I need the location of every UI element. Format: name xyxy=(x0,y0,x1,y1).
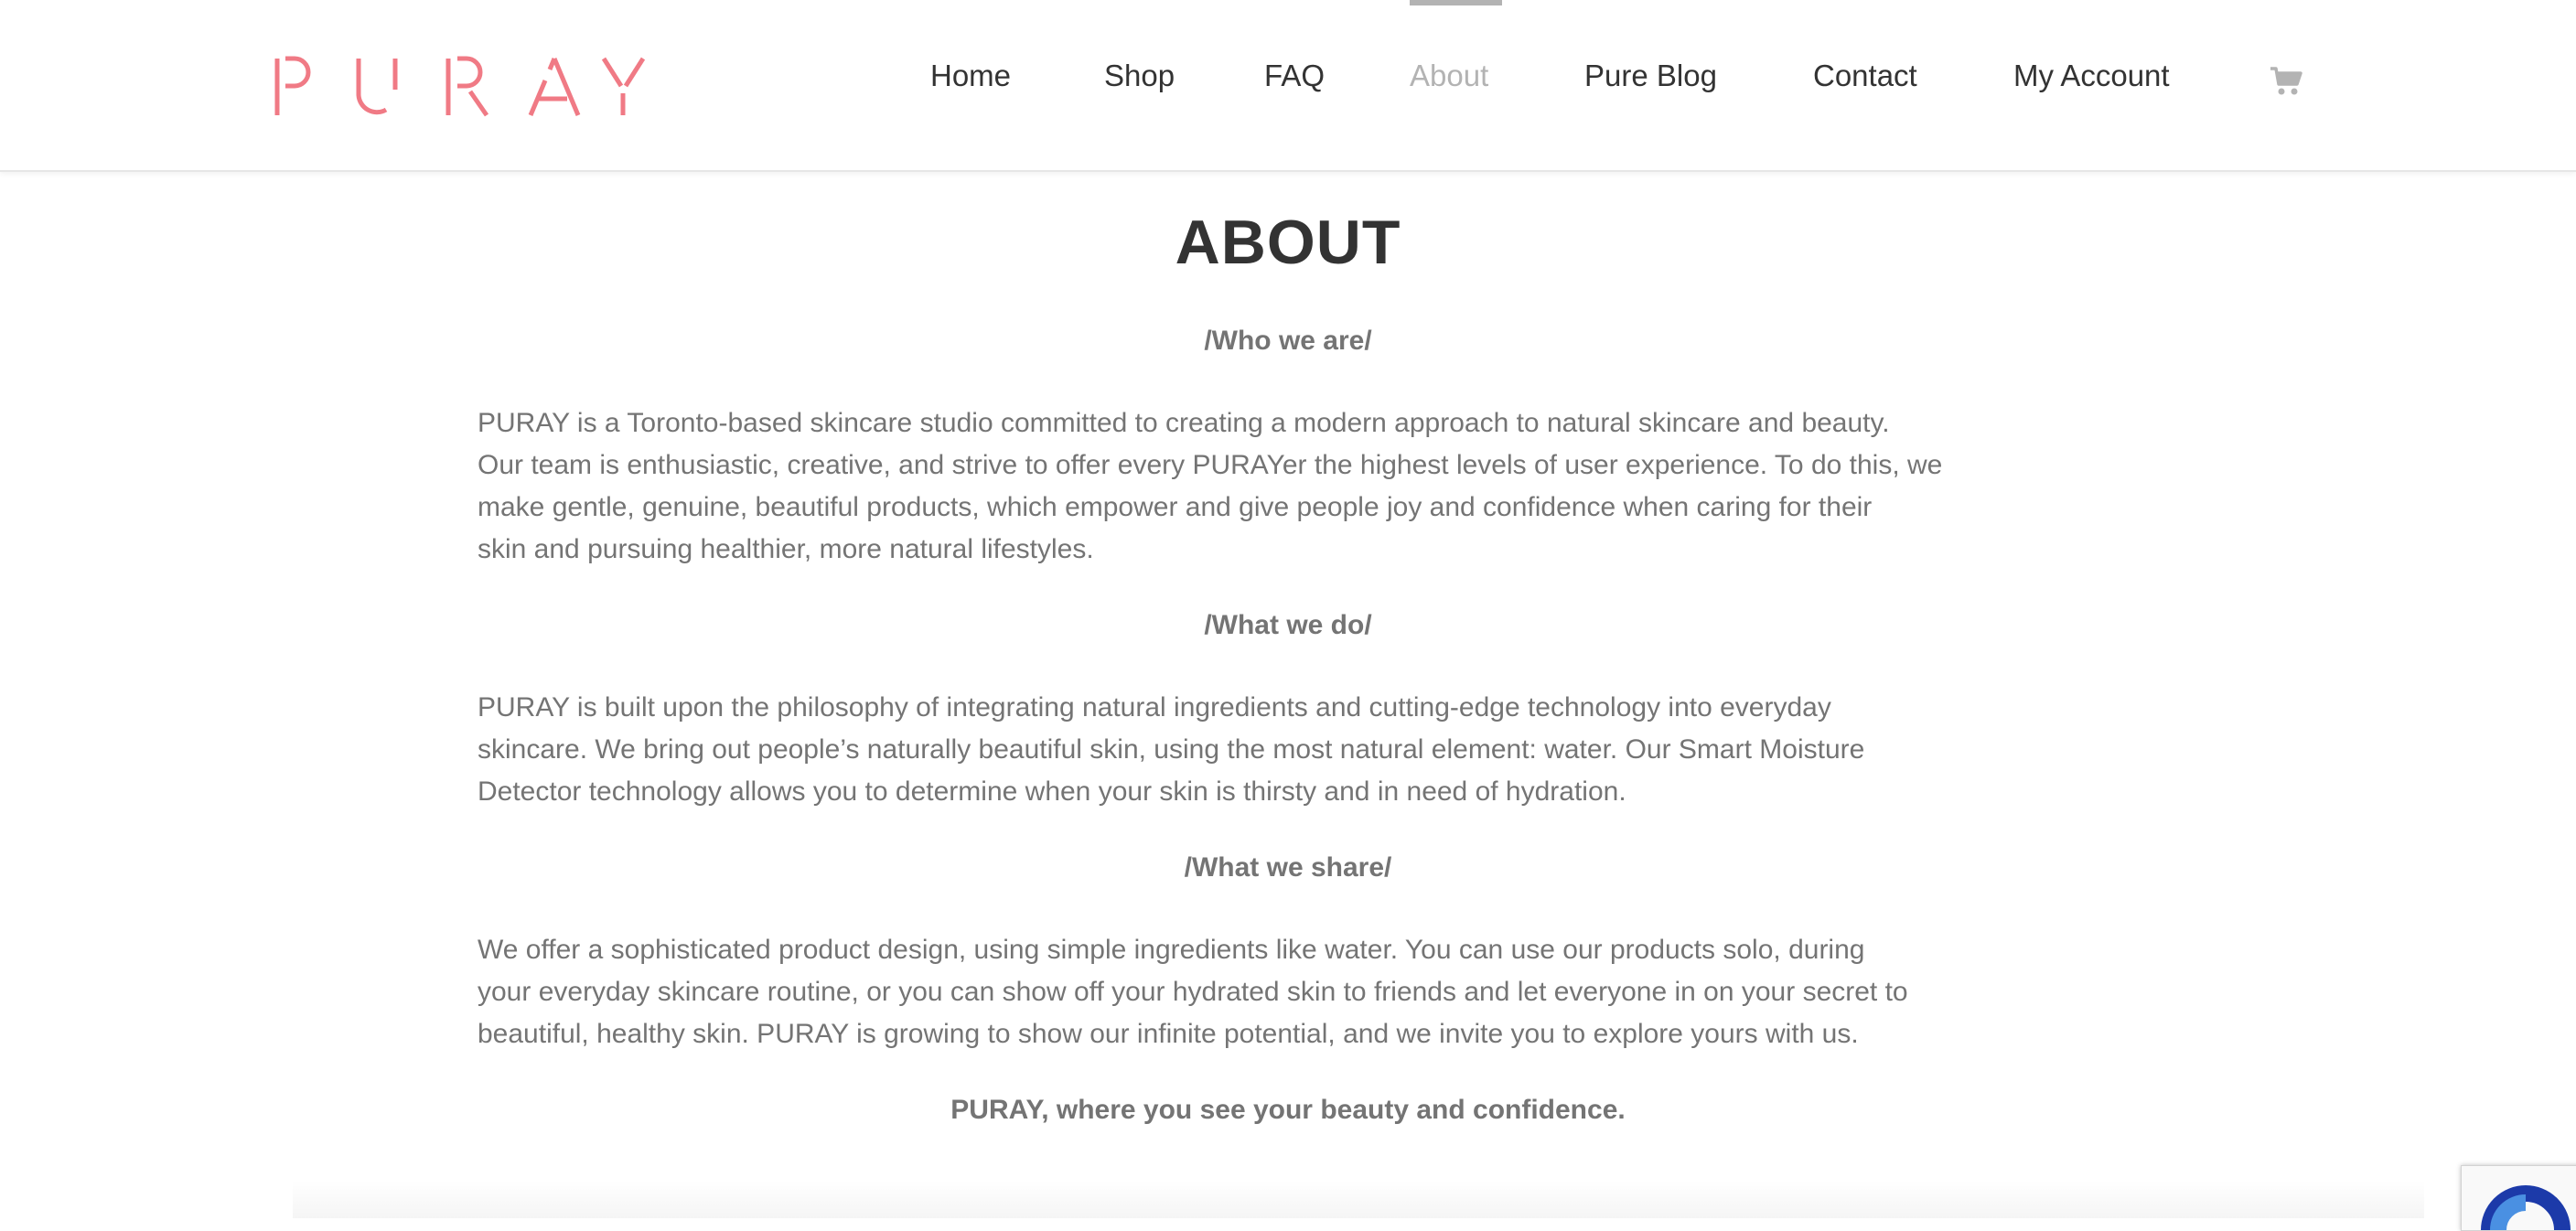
section-body-what-we-do: PURAY is built upon the philosophy of in… xyxy=(478,687,2098,813)
paragraph-line: Detector technology allows you to determ… xyxy=(478,776,1626,807)
paragraph-line: PURAY is a Toronto-based skincare studio… xyxy=(478,408,1890,438)
paragraph-line: make gentle, genuine, beautiful products… xyxy=(478,492,1873,522)
nav-item-pure-blog[interactable]: Pure Blog xyxy=(1584,59,1717,93)
paragraph-line: skincare. We bring out people’s naturall… xyxy=(478,734,1865,765)
paragraph-line: your everyday skincare routine, or you c… xyxy=(478,977,1908,1007)
page-title: ABOUT xyxy=(1175,208,1401,277)
paragraph-line: PURAY is built upon the philosophy of in… xyxy=(478,692,1831,723)
nav-item-contact[interactable]: Contact xyxy=(1813,59,1917,93)
tagline: PURAY, where you see your beauty and con… xyxy=(950,1095,1626,1125)
nav-item-about[interactable]: About xyxy=(1410,59,1488,93)
shopping-cart-icon[interactable] xyxy=(2270,66,2302,97)
puray-logo-mark xyxy=(274,56,646,117)
footer-shadow xyxy=(293,1180,2424,1218)
active-nav-indicator xyxy=(1410,0,1502,5)
paragraph-line: beautiful, healthy skin. PURAY is growin… xyxy=(478,1019,1859,1049)
paragraph-line: skin and pursuing healthier, more natura… xyxy=(478,534,1094,564)
nav-item-shop[interactable]: Shop xyxy=(1104,59,1175,93)
section-heading-what-we-share: /What we share/ xyxy=(1184,852,1392,883)
paragraph-line: We offer a sophisticated product design,… xyxy=(478,935,1865,965)
nav-item-faq[interactable]: FAQ xyxy=(1264,59,1325,93)
section-heading-what-we-do: /What we do/ xyxy=(1204,610,1372,640)
recaptcha-badge[interactable] xyxy=(2461,1165,2576,1231)
section-heading-who-we-are: /Who we are/ xyxy=(1204,326,1372,356)
section-body-what-we-share: We offer a sophisticated product design,… xyxy=(478,929,2098,1055)
nav-item-my-account[interactable]: My Account xyxy=(2013,59,2170,93)
paragraph-line: Our team is enthusiastic, creative, and … xyxy=(478,450,1943,480)
section-body-who-we-are: PURAY is a Toronto-based skincare studio… xyxy=(478,402,2098,571)
site-header: PURAY xyxy=(0,0,2576,172)
nav-item-home[interactable]: Home xyxy=(930,59,1011,93)
recaptcha-icon xyxy=(2481,1185,2571,1230)
puray-logo[interactable]: PURAY xyxy=(273,53,648,117)
